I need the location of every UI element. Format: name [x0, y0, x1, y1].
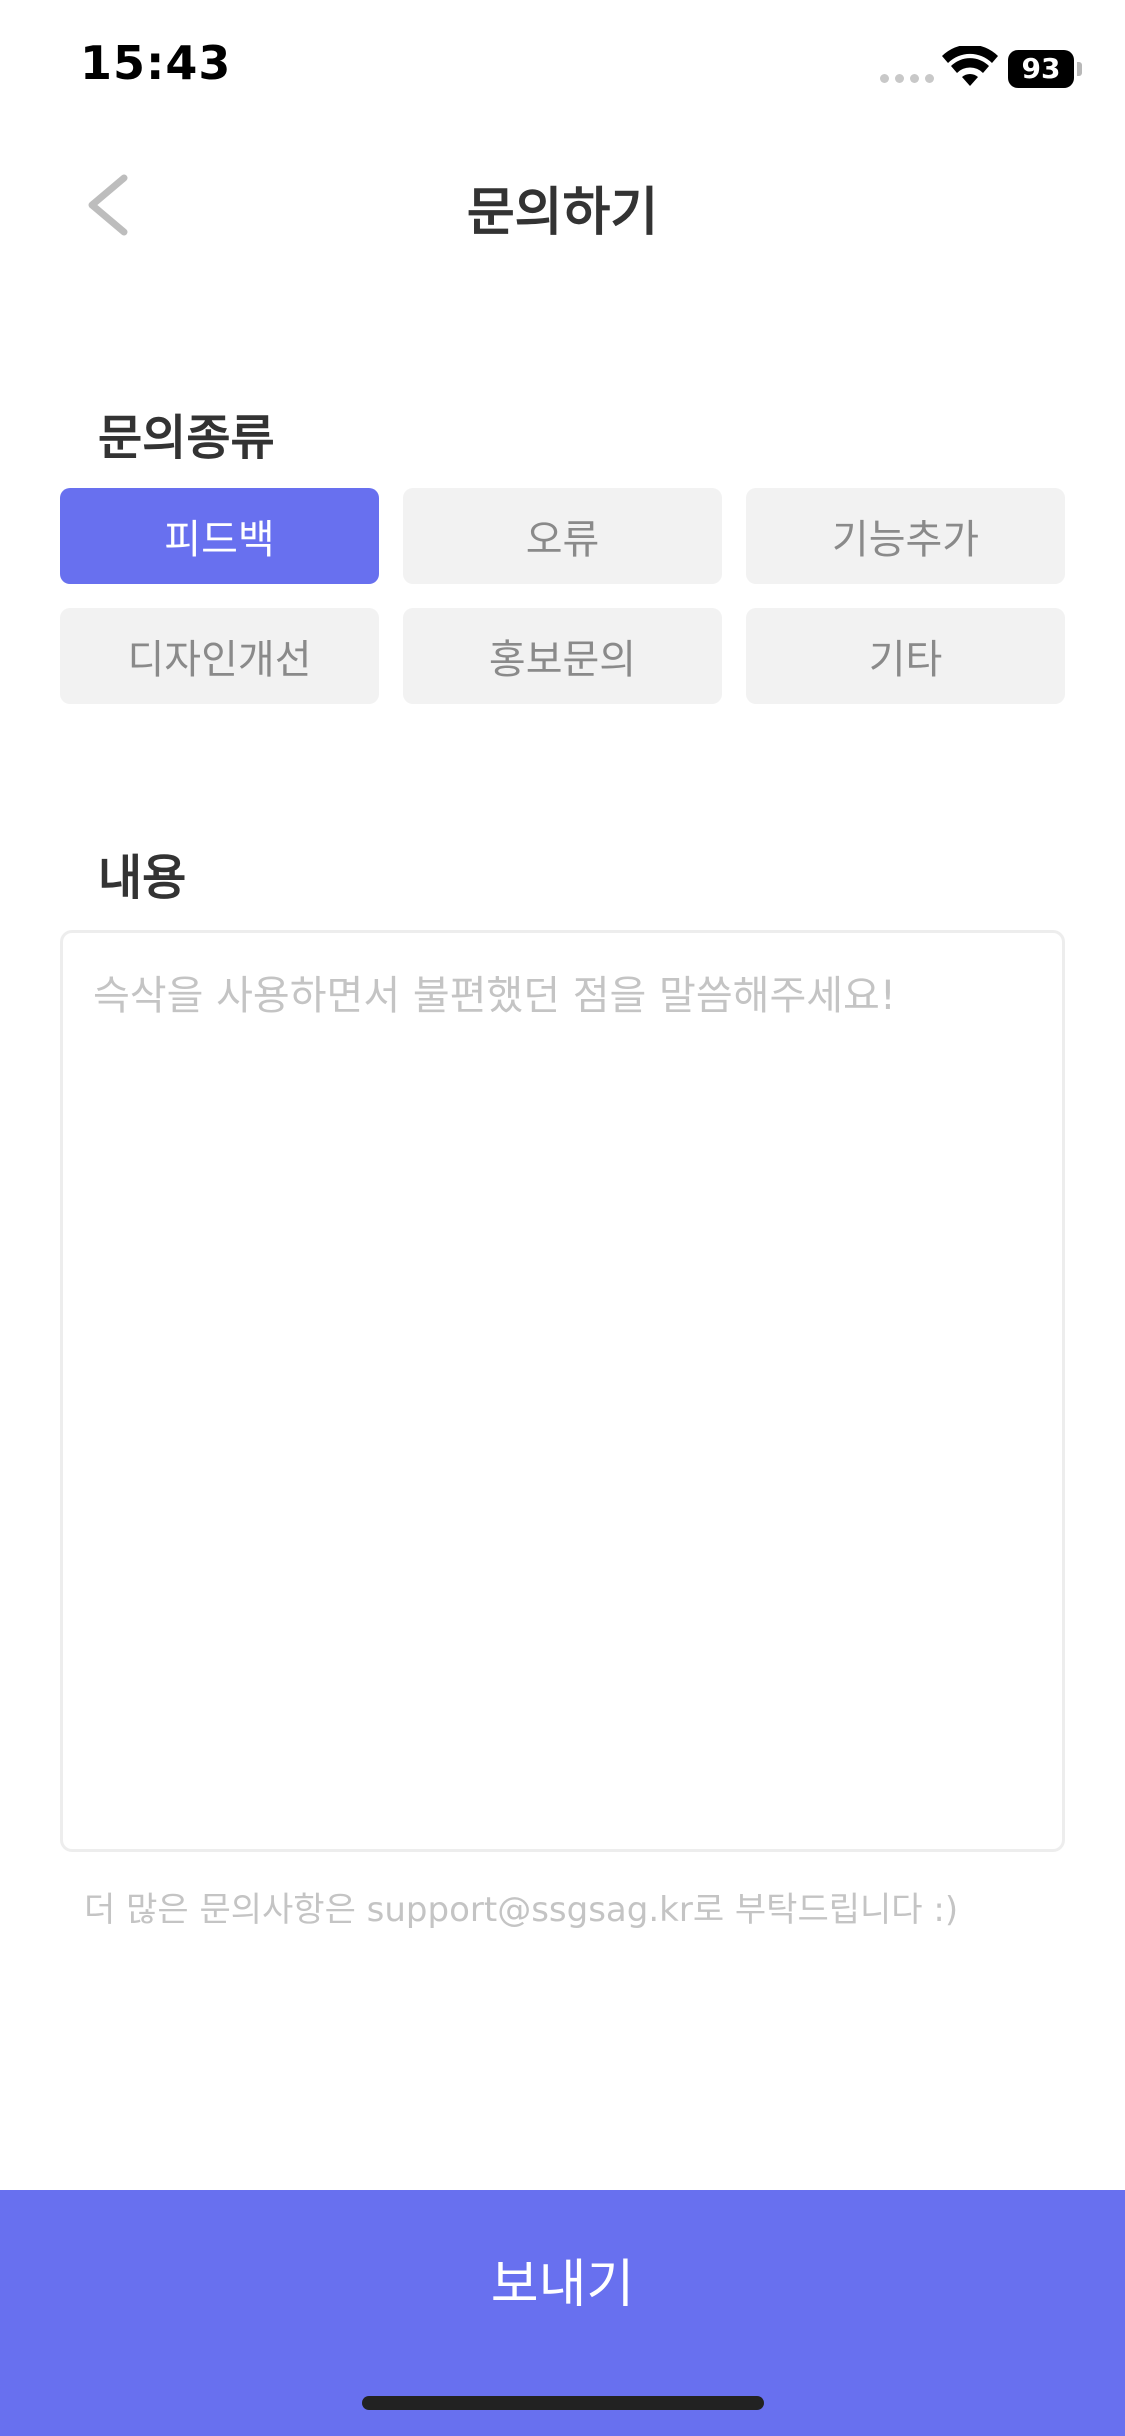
category-design-improvement-button[interactable]: 디자인개선: [60, 608, 379, 704]
status-time: 15:43: [80, 36, 232, 90]
page-title: 문의하기: [466, 183, 659, 243]
header: 문의하기: [0, 140, 1125, 270]
battery-percent: 93: [1008, 50, 1074, 88]
category-promotion-button[interactable]: 홍보문의: [403, 608, 722, 704]
battery-icon: 93: [1008, 50, 1084, 88]
category-error-button[interactable]: 오류: [403, 488, 722, 584]
status-bar: 15:43 93: [0, 0, 1125, 140]
home-indicator: [362, 2396, 764, 2410]
category-other-button[interactable]: 기타: [746, 608, 1065, 704]
inquiry-type-options: 피드백 오류 기능추가 디자인개선 홍보문의 기타: [60, 488, 1065, 704]
content-label: 내용: [98, 850, 187, 906]
wifi-icon: [942, 46, 998, 86]
content-textarea[interactable]: 슥삭을 사용하면서 불편했던 점을 말씀해주세요!: [60, 930, 1065, 1852]
inquiry-screen: 15:43 93 문의하기 문의종류 피드백 오류 기능추가 디자인개선 홍보문…: [0, 0, 1125, 2436]
category-feedback-button[interactable]: 피드백: [60, 488, 379, 584]
send-button-label: 보내기: [490, 2255, 635, 2315]
category-feature-request-button[interactable]: 기능추가: [746, 488, 1065, 584]
helper-text: 더 많은 문의사항은 support@ssgsag.kr로 부탁드립니다 :): [84, 1890, 959, 1930]
content-placeholder: 슥삭을 사용하면서 불편했던 점을 말씀해주세요!: [93, 973, 896, 1019]
signal-icon: [880, 74, 934, 83]
inquiry-type-label: 문의종류: [98, 410, 275, 466]
send-button[interactable]: 보내기: [0, 2190, 1125, 2436]
